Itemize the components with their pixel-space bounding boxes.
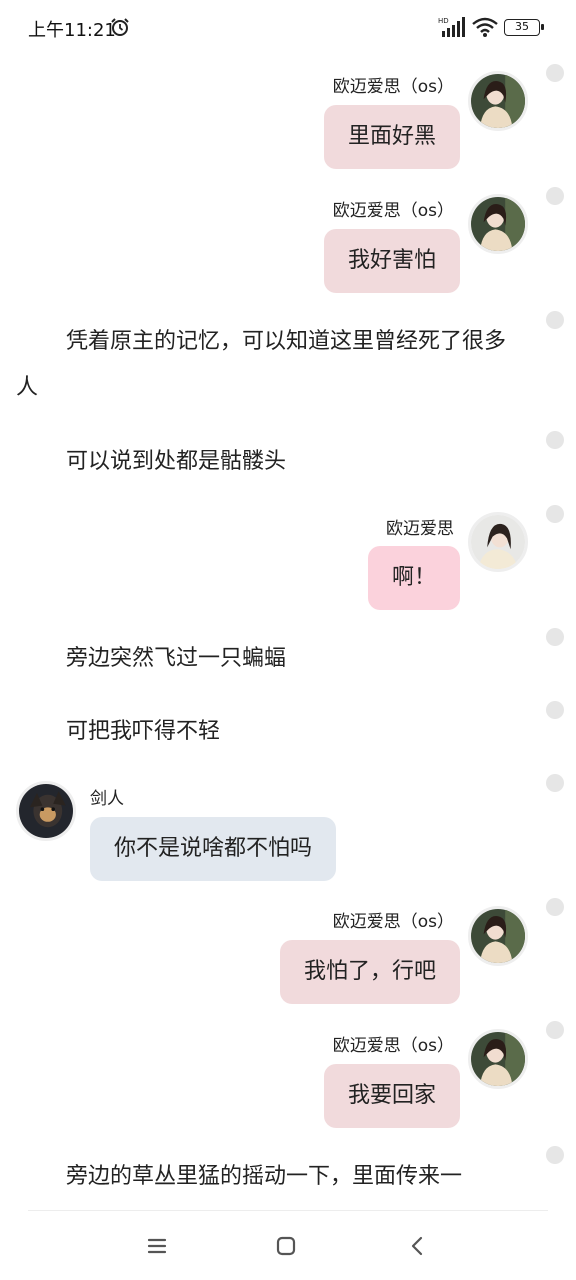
hd-signal-icon: HD bbox=[438, 17, 465, 37]
wifi-icon bbox=[472, 17, 498, 37]
sender-name: 欧迈爱思（os） bbox=[332, 201, 454, 221]
dot-marker bbox=[546, 628, 564, 646]
avatar[interactable] bbox=[468, 71, 528, 131]
narration-text: 凭着原主的记忆，可以知道这里曾经死了很多人 bbox=[16, 329, 507, 400]
dot-marker bbox=[546, 1021, 564, 1039]
sender-name: 欧迈爱思（os） bbox=[332, 77, 454, 97]
battery-level: 35 bbox=[515, 20, 529, 33]
sender-name: 欧迈爱思（os） bbox=[332, 912, 454, 932]
message-bubble[interactable]: 我怕了，行吧 bbox=[279, 940, 460, 1004]
alarm-icon bbox=[111, 18, 129, 36]
dot-marker bbox=[546, 898, 564, 916]
battery-icon: 35 bbox=[504, 19, 544, 36]
message-bubble[interactable]: 我要回家 bbox=[323, 1064, 460, 1128]
status-time: 上午11:21 bbox=[28, 20, 116, 41]
status-bar: 上午11:21 HD 35 bbox=[0, 0, 576, 56]
dot-marker bbox=[546, 701, 564, 719]
home-icon[interactable] bbox=[271, 1231, 301, 1261]
avatar[interactable] bbox=[468, 1029, 528, 1089]
dot-marker bbox=[546, 64, 564, 82]
menu-icon[interactable] bbox=[142, 1231, 172, 1261]
narration-text: 可以说到处都是骷髅头 bbox=[66, 449, 287, 474]
avatar[interactable] bbox=[16, 781, 76, 841]
sender-name: 剑人 bbox=[90, 789, 124, 809]
avatar[interactable] bbox=[468, 512, 528, 572]
message-bubble[interactable]: 我好害怕 bbox=[323, 229, 460, 293]
svg-text:HD: HD bbox=[438, 17, 449, 25]
narration-text: 可把我吓得不轻 bbox=[66, 719, 221, 744]
sender-name: 欧迈爱思 bbox=[386, 519, 454, 539]
dot-marker bbox=[546, 1146, 564, 1164]
narration-text: 旁边突然飞过一只蝙蝠 bbox=[66, 646, 287, 671]
message-bubble[interactable]: 你不是说啥都不怕吗 bbox=[90, 817, 337, 881]
message-bubble[interactable]: 啊！ bbox=[367, 546, 460, 610]
navigation-bar bbox=[0, 1211, 576, 1280]
message-bubble[interactable]: 里面好黑 bbox=[323, 105, 460, 169]
avatar[interactable] bbox=[468, 194, 528, 254]
narration-text: 旁边的草丛里猛的摇动一下，里面传来一 bbox=[66, 1164, 463, 1189]
dot-marker bbox=[546, 431, 564, 449]
dot-marker bbox=[546, 774, 564, 792]
back-icon[interactable] bbox=[403, 1231, 433, 1261]
sender-name: 欧迈爱思（os） bbox=[332, 1036, 454, 1056]
dot-marker bbox=[546, 311, 564, 329]
dot-marker bbox=[546, 505, 564, 523]
avatar[interactable] bbox=[468, 906, 528, 966]
dot-marker bbox=[546, 187, 564, 205]
